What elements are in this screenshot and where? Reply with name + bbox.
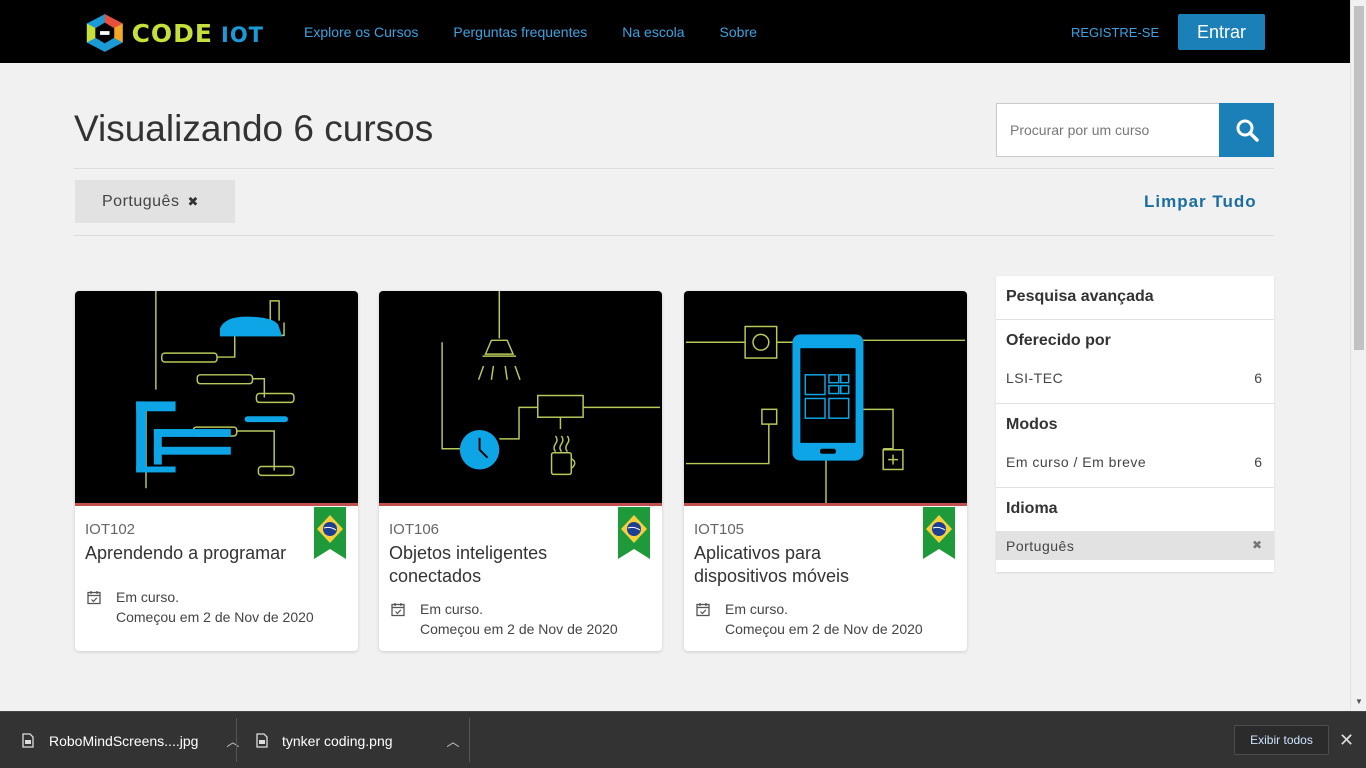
course-status: Em curso. Começou em 2 de Nov de 2020 (116, 587, 314, 627)
course-start-date: Começou em 2 de Nov de 2020 (420, 621, 618, 637)
course-card[interactable]: IOT105 Aplicativos para dispositivos móv… (684, 291, 967, 651)
nav-faq[interactable]: Perguntas frequentes (453, 24, 587, 40)
course-status-label: Em curso. (725, 601, 789, 617)
course-image-smart-objects (379, 291, 662, 506)
download-filename: RoboMindScreens....jpg (49, 732, 199, 749)
course-status: Em curso. Começou em 2 de Nov de 2020 (725, 599, 923, 639)
course-title[interactable]: Aprendendo a programar (85, 542, 305, 565)
sidebar-divider (996, 319, 1274, 320)
logo-hexagon-icon (86, 14, 123, 52)
search-button[interactable] (1219, 103, 1274, 157)
login-button[interactable]: Entrar (1178, 14, 1265, 50)
course-title[interactable]: Aplicativos para dispositivos móveis (694, 542, 914, 588)
course-code: IOT106 (389, 521, 440, 538)
nav-school[interactable]: Na escola (622, 24, 684, 40)
nav-explore-courses[interactable]: Explore os Cursos (304, 24, 418, 40)
language-heading: Idioma (1006, 500, 1058, 517)
sidebar-divider (996, 487, 1274, 488)
course-image-mobile-apps (684, 291, 967, 506)
facet-count: 6 (1254, 454, 1262, 470)
download-filename: tynker coding.png (282, 732, 393, 749)
course-search-input[interactable] (996, 103, 1220, 157)
codeiot-logo[interactable]: CODE IOT (84, 12, 264, 54)
downloads-bar: RoboMindScreens....jpg ︿ tynker coding.p… (0, 711, 1366, 768)
facet-count: 6 (1254, 370, 1262, 386)
course-card[interactable]: IOT106 Objetos inteligentes conectados E… (379, 291, 662, 651)
filter-divider (74, 235, 1274, 236)
course-status-label: Em curso. (420, 601, 484, 617)
search-icon (1236, 119, 1259, 142)
calendar-check-icon (87, 591, 101, 605)
calendar-check-icon (696, 603, 710, 617)
logo-code-text: CODE (131, 18, 213, 48)
course-title[interactable]: Objetos inteligentes conectados (389, 542, 609, 588)
download-separator (236, 718, 237, 762)
download-separator (469, 718, 470, 762)
offered-by-heading: Oferecido por (1006, 332, 1111, 349)
download-item[interactable]: tynker coding.png ︿ (256, 712, 460, 768)
course-code: IOT102 (85, 521, 136, 538)
page-scrollbar[interactable]: ▼ (1350, 0, 1366, 711)
download-item[interactable]: RoboMindScreens....jpg ︿ (22, 712, 239, 768)
course-code: IOT105 (694, 521, 745, 538)
page-title: Visualizando 6 cursos (74, 108, 434, 149)
facet-item-mode[interactable]: Em curso / Em breve (1006, 454, 1146, 470)
facet-item-lsi-tec[interactable]: LSI-TEC (1006, 370, 1063, 386)
scrollbar-thumb[interactable] (1354, 6, 1364, 350)
advanced-search-panel: Pesquisa avançada Oferecido por LSI-TEC … (996, 276, 1274, 572)
top-navigation-bar: CODE IOT Explore os Cursos Perguntas freq… (0, 0, 1350, 63)
course-status: Em curso. Começou em 2 de Nov de 2020 (420, 599, 618, 639)
file-icon (256, 733, 268, 748)
filter-chip-label: Português (102, 192, 180, 210)
title-divider (74, 168, 1274, 169)
nav-about[interactable]: Sobre (720, 24, 757, 40)
show-all-downloads-button[interactable]: Exibir todos (1234, 725, 1329, 755)
chevron-up-icon[interactable]: ︿ (447, 731, 460, 750)
course-card[interactable]: IOT102 Aprendendo a programar Em curso. … (75, 291, 358, 651)
brazil-flag-icon (923, 507, 955, 559)
logo-iot-text: IOT (221, 22, 264, 47)
advanced-search-title: Pesquisa avançada (1006, 288, 1154, 305)
brazil-flag-icon (618, 507, 650, 559)
clear-all-button[interactable]: Limpar Tudo (1144, 192, 1257, 212)
course-start-date: Começou em 2 de Nov de 2020 (116, 609, 314, 625)
main-nav: Explore os Cursos Perguntas frequentes N… (304, 0, 757, 63)
course-start-date: Começou em 2 de Nov de 2020 (725, 621, 923, 637)
course-status-label: Em curso. (116, 589, 180, 605)
file-icon (22, 733, 34, 748)
scroll-down-arrow-icon[interactable]: ▼ (1355, 697, 1363, 706)
register-link[interactable]: REGISTRE-SE (1071, 25, 1159, 40)
calendar-check-icon (391, 603, 405, 617)
remove-filter-icon[interactable]: ✖ (187, 194, 198, 210)
facet-item-language-label: Português (1006, 538, 1075, 554)
close-downloads-bar-icon[interactable]: ✕ (1339, 730, 1354, 751)
course-image-programming (75, 291, 358, 506)
remove-language-facet-icon[interactable]: ✖ (1252, 538, 1262, 552)
modes-heading: Modos (1006, 416, 1058, 433)
brazil-flag-icon (314, 507, 346, 559)
language-filter-chip[interactable]: Português ✖ (75, 180, 235, 223)
chevron-up-icon[interactable]: ︿ (226, 731, 239, 750)
sidebar-divider (996, 403, 1274, 404)
